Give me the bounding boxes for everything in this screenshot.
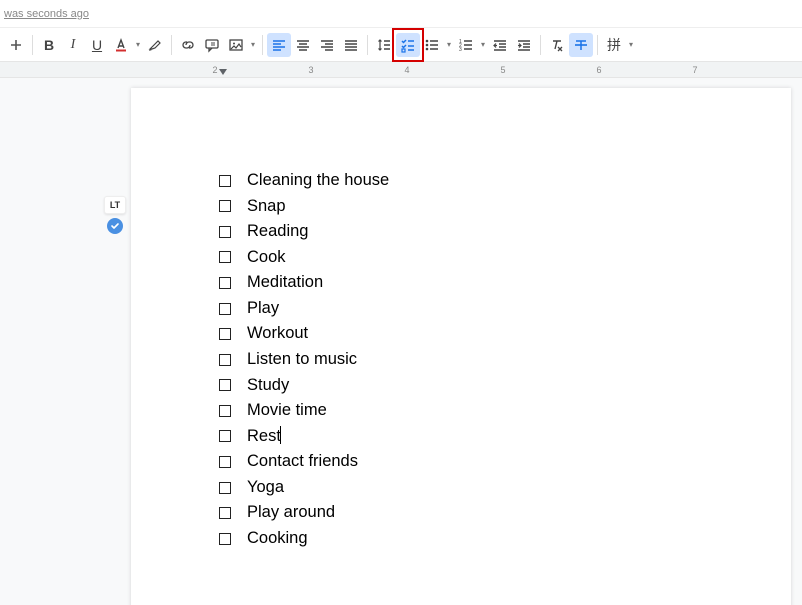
checklist[interactable]: Cleaning the houseSnapReadingCookMeditat… [219,168,751,551]
formatting-toolbar: BIU▾▾▾123▾拼▾ [0,28,802,62]
list-item-text[interactable]: Play around [247,500,335,526]
ruler-tick: 4 [404,65,409,75]
checkbox-icon[interactable] [219,482,231,494]
checkbox-icon[interactable] [219,277,231,289]
toolbar-separator [262,35,263,55]
italic-button[interactable]: I [61,33,85,57]
toolbar-separator [32,35,33,55]
checkbox-icon[interactable] [219,379,231,391]
list-item-text[interactable]: Cooking [247,526,308,552]
ruler-tick: 3 [308,65,313,75]
list-item-text[interactable]: Study [247,373,289,399]
list-item[interactable]: Contact friends [219,449,751,475]
list-item-text[interactable]: Workout [247,321,308,347]
list-item[interactable]: Cooking [219,526,751,552]
text-cursor [280,426,281,444]
decrease-indent-button[interactable] [488,33,512,57]
ruler-tick: 5 [500,65,505,75]
lt-status-ok-icon[interactable] [107,218,123,234]
list-item-text[interactable]: Movie time [247,398,327,424]
list-item-text[interactable]: Cook [247,245,286,271]
toolbar-separator [367,35,368,55]
bulleted-list-dropdown[interactable]: ▾ [444,33,454,57]
checkbox-icon[interactable] [219,405,231,417]
checkbox-icon[interactable] [219,200,231,212]
bold-button[interactable]: B [37,33,61,57]
document-canvas: LT Cleaning the houseSnapReadingCookMedi… [0,78,802,605]
text-color-dropdown[interactable]: ▾ [133,33,143,57]
ruler-tick: 6 [596,65,601,75]
bulleted-list-button[interactable] [420,33,444,57]
checkbox-icon[interactable] [219,507,231,519]
input-method-dropdown[interactable]: ▾ [626,33,636,57]
last-edit-link[interactable]: was seconds ago [4,8,89,20]
checkbox-icon[interactable] [219,251,231,263]
checkbox-icon[interactable] [219,456,231,468]
list-item-text[interactable]: Rest [247,424,281,450]
input-method-button[interactable]: 拼 [602,33,626,57]
last-edit-status: was seconds ago [0,0,802,28]
list-item-text[interactable]: Cleaning the house [247,168,389,194]
checkbox-icon[interactable] [219,175,231,187]
lt-badge[interactable]: LT [104,196,126,214]
list-item[interactable]: Listen to music [219,347,751,373]
list-item[interactable]: Meditation [219,270,751,296]
ruler-indent-marker[interactable] [219,69,227,75]
align-center-button[interactable] [291,33,315,57]
insert-image-button[interactable] [224,33,248,57]
horizontal-ruler[interactable]: 2 3 4 5 6 7 [0,62,802,78]
underline-button[interactable]: U [85,33,109,57]
checkbox-icon[interactable] [219,354,231,366]
insert-image-dropdown[interactable]: ▾ [248,33,258,57]
checkbox-icon[interactable] [219,303,231,315]
list-item[interactable]: Snap [219,194,751,220]
numbered-list-dropdown[interactable]: ▾ [478,33,488,57]
highlight-color-button[interactable] [143,33,167,57]
strikethrough-format-button[interactable] [569,33,593,57]
checkbox-icon[interactable] [219,226,231,238]
list-item-text[interactable]: Snap [247,194,286,220]
list-item[interactable]: Reading [219,219,751,245]
align-right-button[interactable] [315,33,339,57]
list-item[interactable]: Rest [219,424,751,450]
toolbar-separator [597,35,598,55]
checkbox-icon[interactable] [219,430,231,442]
svg-text:3: 3 [459,47,462,53]
ruler-tick: 2 [212,65,217,75]
line-spacing-button[interactable] [372,33,396,57]
list-item-text[interactable]: Play [247,296,279,322]
list-item[interactable]: Play [219,296,751,322]
add-button[interactable] [4,33,28,57]
checkbox-icon[interactable] [219,533,231,545]
align-justify-button[interactable] [339,33,363,57]
list-item-text[interactable]: Yoga [247,475,284,501]
list-item-text[interactable]: Listen to music [247,347,357,373]
list-item-text[interactable]: Meditation [247,270,323,296]
list-item[interactable]: Workout [219,321,751,347]
list-item[interactable]: Cook [219,245,751,271]
list-item[interactable]: Movie time [219,398,751,424]
list-item-text[interactable]: Contact friends [247,449,358,475]
insert-comment-button[interactable] [200,33,224,57]
toolbar-separator [540,35,541,55]
text-color-button[interactable] [109,33,133,57]
lt-side-panel: LT [103,196,127,234]
increase-indent-button[interactable] [512,33,536,57]
list-item[interactable]: Yoga [219,475,751,501]
list-item[interactable]: Study [219,373,751,399]
checkbox-icon[interactable] [219,328,231,340]
ruler-tick: 7 [692,65,697,75]
document-page[interactable]: Cleaning the houseSnapReadingCookMeditat… [131,88,791,605]
align-left-button[interactable] [267,33,291,57]
list-item-text[interactable]: Reading [247,219,308,245]
toolbar-separator [171,35,172,55]
clear-formatting-button[interactable] [545,33,569,57]
numbered-list-button[interactable]: 123 [454,33,478,57]
list-item[interactable]: Play around [219,500,751,526]
list-item[interactable]: Cleaning the house [219,168,751,194]
insert-link-button[interactable] [176,33,200,57]
checklist-button[interactable] [396,33,420,57]
